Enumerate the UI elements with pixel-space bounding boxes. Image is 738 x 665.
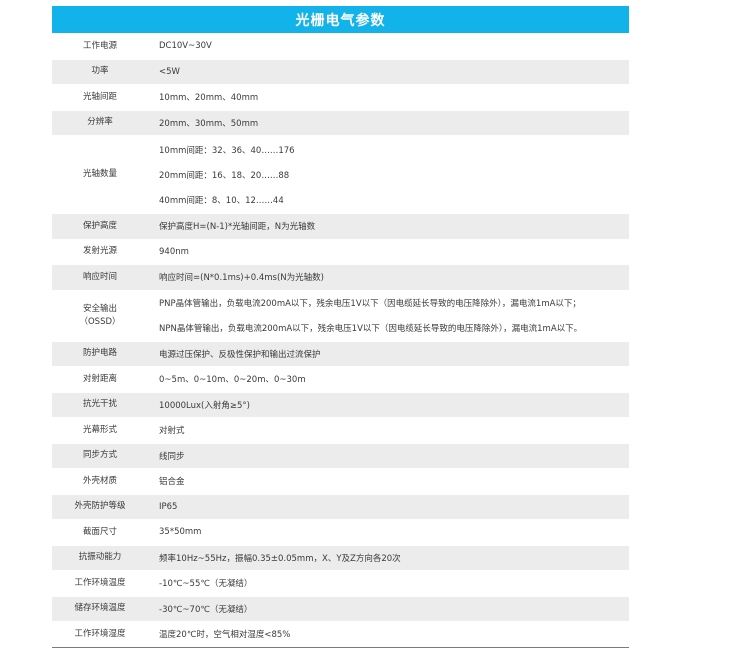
row-label: 发射光源	[82, 246, 117, 257]
value-line: 保护高度H=(N-1)*光轴间距，N为光轴数	[159, 222, 316, 233]
value-line: 频率10Hz~55Hz，振幅0.35±0.05mm，X、Y及Z方向各20次	[159, 553, 401, 564]
table-row: 发射光源 940nm	[52, 238, 629, 265]
row-value: DC10V~30V	[148, 34, 629, 59]
value-line: 20mm间距：16、18、20……88	[159, 170, 290, 181]
row-label: 对射距离	[82, 373, 117, 384]
spec-table: 光栅电气参数 工作电源 DC10V~30V 功率 <5W 光轴间距 10mm、2…	[52, 6, 629, 648]
row-label: 功率	[91, 66, 109, 77]
table-row: 对射距离 0~5m、0~10m、0~20m、0~30m	[52, 366, 629, 392]
row-value: -10℃~55℃（无凝结）	[148, 571, 629, 596]
value-line: <5W	[159, 66, 180, 77]
value-line: 响应时间=(N*0.1ms)+0.4ms(N为光轴数)	[159, 273, 324, 284]
row-label: 截面尺寸	[82, 526, 117, 537]
table-row: 防护电路 电源过压保护、反极性保护和输出过流保护	[52, 340, 629, 367]
value-line: 铝合金	[159, 477, 185, 488]
row-label: 抗光干扰	[82, 399, 117, 410]
table-row: 工作环境温度 -10℃~55℃（无凝结）	[52, 570, 629, 596]
row-label: 工作环境温度	[74, 577, 126, 588]
table-row: 分辨率 20mm、30mm、50mm	[52, 109, 629, 136]
row-label: 外壳防护等级	[74, 501, 126, 512]
table-title: 光栅电气参数	[52, 6, 629, 33]
value-line: 线同步	[159, 451, 185, 462]
value-line: 电源过压保护、反极性保护和输出过流保护	[159, 349, 321, 360]
row-value: 温度20℃时，空气相对湿度<85%	[148, 622, 629, 647]
row-value: 0~5m、0~10m、0~20m、0~30m	[148, 367, 629, 392]
value-line: 35*50mm	[159, 527, 202, 538]
value-line: 40mm间距：8、10、12……44	[159, 195, 284, 206]
table-row: 抗光干扰 10000Lux(入射角≥5°)	[52, 391, 629, 418]
row-label: 同步方式	[82, 450, 117, 461]
value-line: 10000Lux(入射角≥5°)	[159, 400, 250, 411]
table-row: 工作环境湿度 温度20℃时，空气相对湿度<85%	[52, 621, 629, 647]
row-value: 940nm	[148, 240, 629, 265]
row-label: 光幕形式	[82, 424, 117, 435]
row-label: 抗振动能力	[78, 552, 122, 563]
row-value: 铝合金	[148, 469, 629, 494]
row-value: 频率10Hz~55Hz，振幅0.35±0.05mm，X、Y及Z方向各20次	[148, 546, 629, 571]
table-row: 响应时间 响应时间=(N*0.1ms)+0.4ms(N为光轴数)	[52, 264, 629, 290]
row-label: 外壳材质	[82, 475, 117, 486]
row-label: 工作电源	[82, 40, 117, 51]
row-label: 安全输出 （OSSD）	[52, 291, 148, 341]
row-label: 光轴数量	[82, 169, 117, 179]
table-row: 外壳防护等级 IP65	[52, 493, 629, 520]
table-row: 外壳材质 铝合金	[52, 468, 629, 494]
table-row: 截面尺寸 35*50mm	[52, 519, 629, 545]
table-row: 安全输出 （OSSD） PNP晶体管输出，负载电流200mA以下，残余电压1V以…	[52, 289, 629, 341]
table-row: 抗振动能力 频率10Hz~55Hz，振幅0.35±0.05mm，X、Y及Z方向各…	[52, 544, 629, 571]
value-line: -10℃~55℃（无凝结）	[159, 579, 253, 590]
value-line: -30℃~70℃（无凝结）	[159, 604, 253, 615]
value-line: 10mm、20mm、40mm	[159, 93, 259, 104]
row-value: 20mm、30mm、50mm	[148, 111, 629, 136]
value-line: 20mm、30mm、50mm	[159, 118, 259, 129]
table-row: 同步方式 线同步	[52, 442, 629, 469]
table-row: 工作电源 DC10V~30V	[52, 33, 629, 59]
table-row: 光轴数量 10mm间距：32、36、40……176 20mm间距：16、18、2…	[52, 135, 629, 213]
value-line: IP65	[159, 501, 178, 512]
row-value: PNP晶体管输出，负载电流200mA以下，残余电压1V以下（因电缆延长导致的电压…	[148, 291, 629, 341]
row-value: 响应时间=(N*0.1ms)+0.4ms(N为光轴数)	[148, 265, 629, 290]
row-value: 10000Lux(入射角≥5°)	[148, 393, 629, 418]
table-row: 保护高度 保护高度H=(N-1)*光轴间距，N为光轴数	[52, 213, 629, 239]
value-line: 940nm	[159, 246, 189, 257]
table-row: 光轴间距 10mm、20mm、40mm	[52, 84, 629, 110]
row-value: -30℃~70℃（无凝结）	[148, 597, 629, 622]
row-value: <5W	[148, 60, 629, 85]
value-line: 10mm间距：32、36、40……176	[159, 145, 295, 156]
table-row: 光幕形式 对射式	[52, 417, 629, 443]
row-label: 储存环境温度	[74, 603, 126, 614]
value-line: 对射式	[159, 426, 185, 437]
row-label: 响应时间	[82, 271, 117, 282]
row-label-text: 安全输出 （OSSD）	[79, 303, 121, 327]
row-value: 线同步	[148, 444, 629, 469]
row-label: 保护高度	[82, 220, 117, 231]
row-value: 电源过压保护、反极性保护和输出过流保护	[148, 342, 629, 367]
value-line: PNP晶体管输出，负载电流200mA以下，残余电压1V以下（因电缆延长导致的电压…	[159, 299, 581, 309]
table-row: 功率 <5W	[52, 58, 629, 85]
row-label: 光轴间距	[82, 91, 117, 102]
row-value: 10mm间距：32、36、40……176 20mm间距：16、18、20……88…	[148, 136, 629, 213]
row-value: 10mm、20mm、40mm	[148, 85, 629, 110]
row-value: 对射式	[148, 418, 629, 443]
value-line: NPN晶体管输出，负载电流200mA以下，残余电压1V以下（因电缆延长导致的电压…	[159, 324, 583, 334]
row-label: 防护电路	[82, 348, 117, 359]
value-line: DC10V~30V	[159, 41, 212, 52]
row-label: 分辨率	[87, 117, 113, 128]
row-value: 35*50mm	[148, 520, 629, 545]
value-line: 温度20℃时，空气相对湿度<85%	[159, 630, 291, 641]
row-value: 保护高度H=(N-1)*光轴间距，N为光轴数	[148, 214, 629, 239]
value-line: 0~5m、0~10m、0~20m、0~30m	[159, 375, 306, 386]
row-label: 工作环境湿度	[74, 628, 126, 639]
row-value: IP65	[148, 495, 629, 520]
table-row: 储存环境温度 -30℃~70℃（无凝结）	[52, 595, 629, 622]
